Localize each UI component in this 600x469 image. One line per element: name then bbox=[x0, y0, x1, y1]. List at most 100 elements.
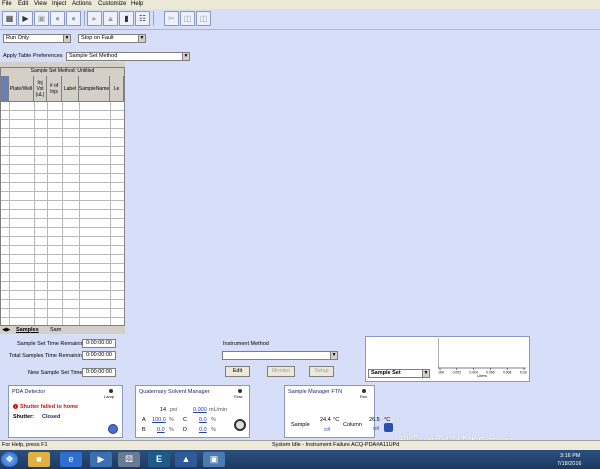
sample-temp-unit: °C bbox=[333, 417, 340, 423]
sample-manager-panel[interactable]: Sample Manager FTN Run Sample 24.4 °C Of… bbox=[284, 385, 380, 438]
empower-icon[interactable]: E bbox=[148, 452, 170, 467]
chart-x-tick-label: 0.000 bbox=[438, 371, 444, 375]
pressure-value: 14 bbox=[160, 407, 167, 413]
chevron-down-icon: ▼ bbox=[422, 370, 429, 377]
save-icon[interactable]: ▣ bbox=[34, 11, 49, 26]
pda-title: PDA Detector bbox=[12, 389, 46, 395]
solvent-a-label: A bbox=[142, 417, 146, 423]
solvent-a-value[interactable]: 100.0 bbox=[152, 417, 166, 423]
tool-icon[interactable]: ▲ bbox=[175, 452, 197, 467]
qsm-title: Quaternary Solvent Manager bbox=[139, 389, 210, 395]
tab-samples[interactable]: Samples bbox=[16, 327, 39, 333]
solvent-c-value[interactable]: 0.0 bbox=[199, 417, 207, 423]
flow-value[interactable]: 0.000 bbox=[193, 407, 207, 413]
taskbar: ❖ ■ e ▶ ⚄ E ▲ ▣ 3:16 PM 7/18/2016 bbox=[0, 450, 600, 469]
menu-actions[interactable]: Actions bbox=[72, 1, 92, 7]
pump-status-icon[interactable] bbox=[234, 419, 246, 431]
col-plate-well[interactable]: Plate/Well bbox=[9, 76, 34, 102]
error-icon: ! bbox=[13, 404, 18, 409]
sample-manager-status-icon[interactable] bbox=[384, 423, 393, 432]
stop-icon[interactable]: ● bbox=[50, 11, 65, 26]
qsm-panel[interactable]: Quaternary Solvent Manager Flow 14 psi 0… bbox=[135, 385, 250, 438]
run-icon[interactable]: ▸ bbox=[87, 11, 102, 26]
menu-edit[interactable]: Edit bbox=[18, 1, 28, 7]
clock-date: 7/18/2016 bbox=[557, 461, 582, 467]
edit-button[interactable]: Edit bbox=[225, 366, 250, 377]
set-time-value: 0:00:00:00 bbox=[82, 339, 116, 348]
solvent-c-unit: % bbox=[211, 417, 216, 423]
lamp-label: Lamp bbox=[104, 394, 115, 399]
grid-icon[interactable]: ☷ bbox=[135, 11, 150, 26]
column-icon[interactable]: ▮ bbox=[119, 11, 134, 26]
tab-scroll-arrows[interactable]: ◀▶ bbox=[2, 327, 10, 333]
pda-status-icon[interactable] bbox=[108, 424, 118, 434]
internet-explorer-icon[interactable]: e bbox=[60, 452, 82, 467]
total-time-label: Total Samples Time Remaining: bbox=[9, 353, 87, 359]
menu-inject[interactable]: Inject bbox=[52, 1, 66, 7]
options-area: Run Only ▼ Stop on Fault ▼ Apply Table Pre… bbox=[0, 30, 600, 62]
status-bar: For Help, press F1 System Idle - Instrum… bbox=[0, 440, 600, 450]
menu-customize[interactable]: Customize bbox=[98, 1, 126, 7]
menu-bar: File Edit View Inject Actions Customize … bbox=[0, 0, 600, 9]
col-num-injs[interactable]: # of Injs bbox=[47, 76, 62, 102]
sample-set-select[interactable]: Sample Set ▼ bbox=[368, 369, 430, 378]
total-time-value: 0:00:00:00 bbox=[82, 351, 116, 360]
copy-icon[interactable]: ◫ bbox=[180, 11, 195, 26]
new-icon[interactable]: ▦ bbox=[2, 11, 17, 26]
main-workspace bbox=[125, 62, 600, 334]
solvent-b-unit: % bbox=[169, 427, 174, 433]
media-icon[interactable]: ▶ bbox=[90, 452, 112, 467]
column-off[interactable]: Off bbox=[373, 426, 379, 431]
pause-icon[interactable]: ● bbox=[66, 11, 81, 26]
monitor-button[interactable]: Monitor bbox=[267, 366, 295, 377]
pressure-unit: psi bbox=[170, 407, 178, 413]
chevron-down-icon: ▼ bbox=[330, 352, 337, 359]
col-le[interactable]: Le bbox=[110, 76, 124, 102]
pda-detector-panel[interactable]: PDA Detector Lamp ! Shutter failed to ho… bbox=[8, 385, 123, 438]
tab-sam[interactable]: Sam bbox=[50, 327, 61, 333]
solvent-d-label: D bbox=[183, 427, 187, 433]
new-time-label: New Sample Set Time: bbox=[28, 370, 84, 376]
cut-icon[interactable]: ✂ bbox=[164, 11, 179, 26]
new-time-value: 0:00:00:00 bbox=[82, 368, 116, 377]
shutter-label: Shutter: bbox=[13, 414, 35, 420]
fault-mode-select[interactable]: Stop on Fault ▼ bbox=[78, 34, 146, 43]
prime-icon[interactable]: ▲ bbox=[103, 11, 118, 26]
chart-x-tick-label: 0.010 bbox=[520, 371, 527, 375]
chart-xlabel: Liters bbox=[477, 373, 487, 378]
instrument-method-label: Instrument Method bbox=[223, 341, 269, 347]
run-mode-select[interactable]: Run Only ▼ bbox=[3, 34, 71, 43]
app-icon[interactable]: ⚄ bbox=[118, 452, 140, 467]
volume-chart: 0.0000.0020.0040.0060.0080.010 Liters bbox=[438, 338, 527, 378]
sample-set-table: Sample Set Method: Untitled Plate/Well I… bbox=[0, 67, 125, 334]
flow-unit: mL/min bbox=[209, 407, 228, 413]
solvent-d-unit: % bbox=[211, 427, 216, 433]
menu-view[interactable]: View bbox=[34, 1, 47, 7]
lamp-indicator-icon bbox=[109, 389, 113, 393]
sample-off[interactable]: Off bbox=[324, 427, 330, 432]
setup-button[interactable]: Setup bbox=[309, 366, 334, 377]
instrument-method-select[interactable]: ▼ bbox=[222, 351, 338, 360]
col-inj-vol[interactable]: Inj Vol (uL) bbox=[34, 76, 47, 102]
solvent-c-label: C bbox=[183, 417, 187, 423]
chevron-down-icon: ▼ bbox=[138, 35, 145, 42]
pda-error: Shutter failed to home bbox=[20, 404, 79, 410]
run-indicator-icon bbox=[362, 389, 366, 393]
menu-help[interactable]: Help bbox=[131, 1, 143, 7]
sample-temp: 24.4 bbox=[320, 417, 331, 423]
start-button-icon[interactable]: ❖ bbox=[1, 452, 18, 467]
run-label: Run bbox=[360, 394, 368, 399]
solvent-a-unit: % bbox=[169, 417, 174, 423]
column-temp: 26.5 bbox=[369, 417, 380, 423]
solvent-b-label: B bbox=[142, 427, 146, 433]
col-sample-name[interactable]: SampleName bbox=[79, 76, 110, 102]
menu-file[interactable]: File bbox=[2, 1, 12, 7]
col-label[interactable]: Label bbox=[62, 76, 79, 102]
window-icon[interactable]: ▣ bbox=[203, 452, 225, 467]
apply-prefs-select[interactable]: Sample Set Method ▼ bbox=[66, 52, 190, 61]
paste-icon[interactable]: ◫ bbox=[196, 11, 211, 26]
open-icon[interactable]: ▶ bbox=[18, 11, 33, 26]
solvent-d-value[interactable]: 0.0 bbox=[199, 427, 207, 433]
solvent-b-value[interactable]: 0.0 bbox=[157, 427, 165, 433]
file-explorer-icon[interactable]: ■ bbox=[28, 452, 50, 467]
